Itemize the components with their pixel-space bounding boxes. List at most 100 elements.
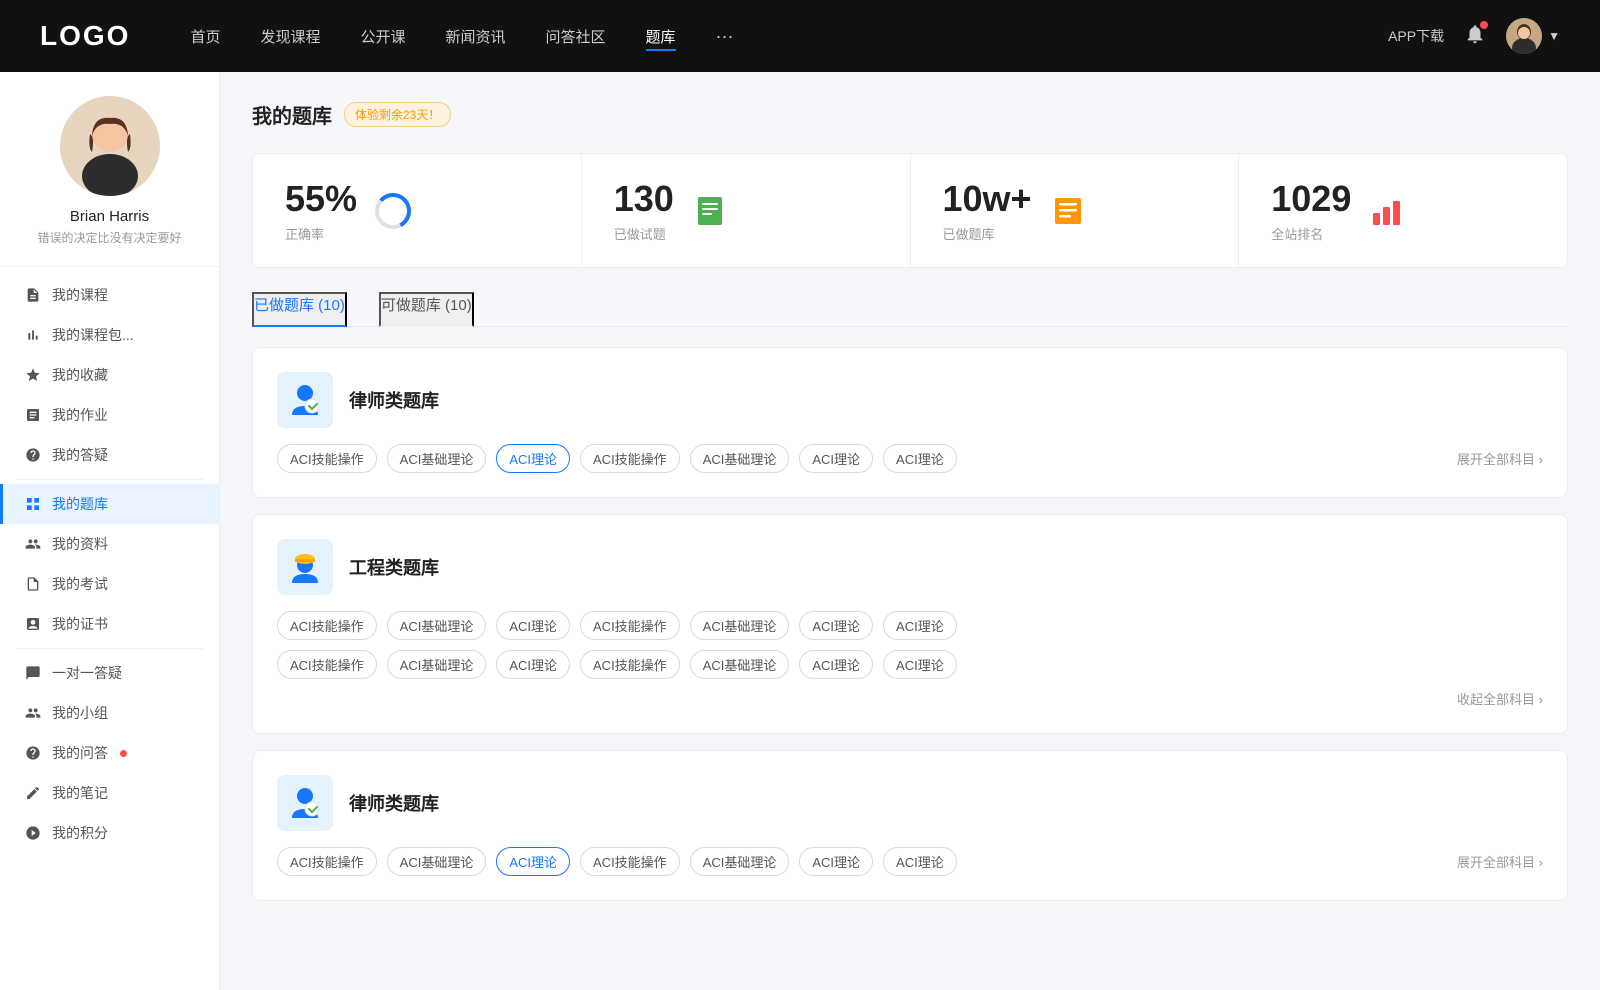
tag-lawyer2-0[interactable]: ACI技能操作: [277, 847, 377, 876]
sidebar-item-course-pkg-label: 我的课程包...: [52, 325, 134, 345]
bank-card-header-2: 工程类题库: [277, 539, 1543, 595]
nav-item-more[interactable]: ···: [716, 26, 734, 47]
sidebar-item-profile-label: 我的资料: [52, 534, 108, 554]
star-icon: [24, 366, 42, 384]
grid-icon: [24, 495, 42, 513]
tab-available-banks[interactable]: 可做题库 (10): [379, 292, 474, 327]
nav-item-home[interactable]: 首页: [190, 22, 220, 51]
stat-rank-value: 1029: [1271, 178, 1351, 220]
stat-rank: 1029 全站排名: [1239, 154, 1567, 267]
tag-lawyer-1-4[interactable]: ACI基础理论: [690, 444, 790, 473]
main-layout: Brian Harris 错误的决定比没有决定要好 我的课程 我的课程包...: [0, 72, 1600, 990]
pen-icon: [24, 784, 42, 802]
tag-eng2-5[interactable]: ACI理论: [799, 650, 873, 679]
tag-lawyer2-2[interactable]: ACI理论: [496, 847, 570, 876]
tag-eng2-4[interactable]: ACI基础理论: [690, 650, 790, 679]
expand-link-lawyer-2[interactable]: 展开全部科目 ›: [1457, 852, 1543, 871]
tag-eng-1[interactable]: ACI基础理论: [387, 611, 487, 640]
sidebar-item-points[interactable]: 我的积分: [0, 813, 219, 853]
stat-done-questions-value: 130: [614, 178, 674, 220]
tag-eng-2[interactable]: ACI理论: [496, 611, 570, 640]
bank-name-engineer: 工程类题库: [349, 554, 439, 580]
sidebar-item-homework[interactable]: 我的作业: [0, 395, 219, 435]
tag-lawyer2-3[interactable]: ACI技能操作: [580, 847, 680, 876]
tags-row-engineer-2: ACI技能操作 ACI基础理论 ACI理论 ACI技能操作 ACI基础理论 AC…: [277, 650, 1543, 679]
user-avatar: [1506, 18, 1542, 54]
sidebar-item-course[interactable]: 我的课程: [0, 275, 219, 315]
sidebar-item-cert[interactable]: 我的证书: [0, 604, 219, 644]
nav-item-news[interactable]: 新闻资讯: [446, 22, 506, 51]
tag-eng2-3[interactable]: ACI技能操作: [580, 650, 680, 679]
tag-eng2-2[interactable]: ACI理论: [496, 650, 570, 679]
tag-eng-6[interactable]: ACI理论: [883, 611, 957, 640]
tag-eng2-6[interactable]: ACI理论: [883, 650, 957, 679]
tag-eng2-0[interactable]: ACI技能操作: [277, 650, 377, 679]
tag-lawyer2-5[interactable]: ACI理论: [799, 847, 873, 876]
sidebar-item-course-label: 我的课程: [52, 285, 108, 305]
pie-chart-icon: [373, 191, 413, 231]
notification-bell[interactable]: [1464, 23, 1486, 50]
sidebar-item-group[interactable]: 我的小组: [0, 693, 219, 733]
nav-item-open[interactable]: 公开课: [360, 22, 405, 51]
tag-lawyer2-6[interactable]: ACI理论: [883, 847, 957, 876]
stat-done-questions-label: 已做试题: [614, 224, 674, 243]
sidebar-item-bank[interactable]: 我的题库: [0, 484, 219, 524]
tag-eng-0[interactable]: ACI技能操作: [277, 611, 377, 640]
sidebar-item-tutor-label: 一对一答疑: [52, 663, 122, 683]
trial-badge: 体验剩余23天！: [344, 102, 451, 127]
sidebar-item-group-label: 我的小组: [52, 703, 108, 723]
sidebar-item-course-pkg[interactable]: 我的课程包...: [0, 315, 219, 355]
doc-icon: [24, 406, 42, 424]
bank-card-lawyer-2: 律师类题库 ACI技能操作 ACI基础理论 ACI理论 ACI技能操作 ACI基…: [252, 750, 1568, 901]
tags-row-lawyer-2: ACI技能操作 ACI基础理论 ACI理论 ACI技能操作 ACI基础理论 AC…: [277, 847, 1543, 876]
bank-card-engineer: 工程类题库 ACI技能操作 ACI基础理论 ACI理论 ACI技能操作 ACI基…: [252, 514, 1568, 734]
tag-eng-5[interactable]: ACI理论: [799, 611, 873, 640]
tag-lawyer-1-6[interactable]: ACI理论: [883, 444, 957, 473]
nav-item-discover[interactable]: 发现课程: [260, 22, 320, 51]
stat-accuracy: 55% 正确率: [253, 154, 582, 267]
nav-item-bank[interactable]: 题库: [646, 22, 676, 51]
sidebar-item-points-label: 我的积分: [52, 823, 108, 843]
tab-done-banks[interactable]: 已做题库 (10): [252, 292, 347, 327]
tag-eng-4[interactable]: ACI基础理论: [690, 611, 790, 640]
sidebar-item-favorites[interactable]: 我的收藏: [0, 355, 219, 395]
sidebar-item-notes[interactable]: 我的笔记: [0, 773, 219, 813]
app-download-link[interactable]: APP下载: [1388, 26, 1444, 46]
tags-row-lawyer-1: ACI技能操作 ACI基础理论 ACI理论 ACI技能操作 ACI基础理论 AC…: [277, 444, 1543, 473]
sidebar-item-exam[interactable]: 我的考试: [0, 564, 219, 604]
logo: LOGO: [40, 20, 130, 52]
page-icon: [24, 575, 42, 593]
coin-icon: [24, 824, 42, 842]
file-icon: [24, 286, 42, 304]
profile-avatar: [60, 96, 160, 196]
person-icon: [24, 535, 42, 553]
tag-lawyer-1-2[interactable]: ACI理论: [496, 444, 570, 473]
user-avatar-area[interactable]: ▼: [1506, 18, 1560, 54]
tabs-row: 已做题库 (10) 可做题库 (10): [252, 292, 1568, 327]
expand-link-lawyer-1[interactable]: 展开全部科目 ›: [1457, 449, 1543, 468]
tag-eng2-1[interactable]: ACI基础理论: [387, 650, 487, 679]
book-icon: [1048, 191, 1088, 231]
tag-lawyer2-4[interactable]: ACI基础理论: [690, 847, 790, 876]
profile-name: Brian Harris: [70, 208, 149, 225]
notification-dot: [1480, 21, 1488, 29]
stat-accuracy-text: 55% 正确率: [285, 178, 357, 243]
nav-item-qa[interactable]: 问答社区: [546, 22, 606, 51]
tag-lawyer-1-1[interactable]: ACI基础理论: [387, 444, 487, 473]
sidebar-item-qna[interactable]: 我的问答: [0, 733, 219, 773]
tags-row-engineer-1: ACI技能操作 ACI基础理论 ACI理论 ACI技能操作 ACI基础理论 AC…: [277, 611, 1543, 640]
question-icon: [24, 446, 42, 464]
tag-eng-3[interactable]: ACI技能操作: [580, 611, 680, 640]
tag-lawyer-1-5[interactable]: ACI理论: [799, 444, 873, 473]
collapse-link-engineer[interactable]: 收起全部科目 ›: [1457, 692, 1543, 707]
sidebar-item-cert-label: 我的证书: [52, 614, 108, 634]
sidebar-item-tutor[interactable]: 一对一答疑: [0, 653, 219, 693]
sidebar-item-profile[interactable]: 我的资料: [0, 524, 219, 564]
bar-chart-icon: [1367, 191, 1407, 231]
tag-lawyer2-1[interactable]: ACI基础理论: [387, 847, 487, 876]
sidebar-item-qa[interactable]: 我的答疑: [0, 435, 219, 475]
engineer-icon: [277, 539, 333, 595]
tag-lawyer-1-0[interactable]: ACI技能操作: [277, 444, 377, 473]
tag-lawyer-1-3[interactable]: ACI技能操作: [580, 444, 680, 473]
stat-done-banks-value: 10w+: [943, 178, 1032, 220]
